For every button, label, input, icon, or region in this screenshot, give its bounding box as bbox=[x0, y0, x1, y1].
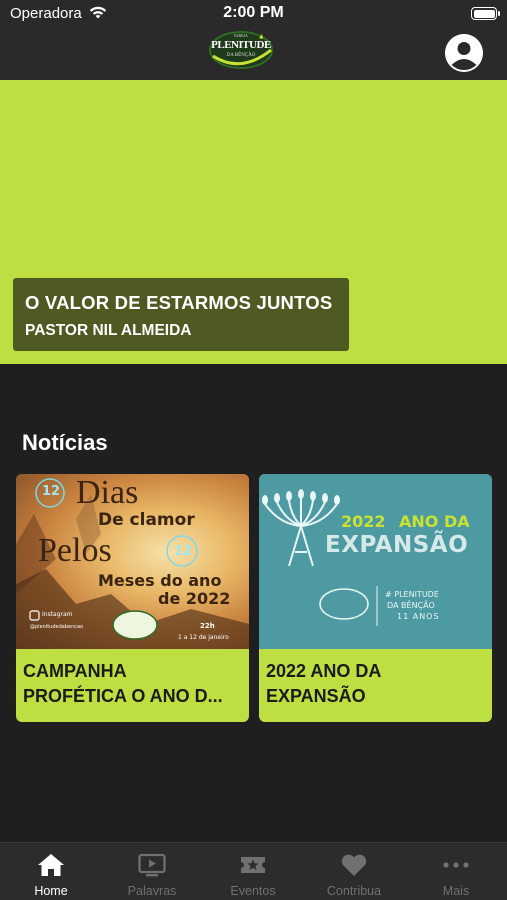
news-card-title-line: PROFÉTICA O ANO D... bbox=[23, 686, 223, 706]
promo-ano: de 2022 bbox=[158, 589, 231, 608]
tab-home[interactable]: Home bbox=[0, 843, 102, 900]
promo-dates: 1 a 12 de janeiro bbox=[178, 634, 229, 641]
news-card-title-line: EXPANSÃO bbox=[266, 686, 366, 706]
badge-12-mid: 12 bbox=[174, 544, 193, 559]
promo-tag-line1: # PLENITUDE bbox=[385, 590, 439, 599]
promo-expansion: EXPANSÃO bbox=[325, 532, 469, 558]
tab-label: Mais bbox=[442, 884, 470, 898]
church-logo[interactable]: IGREJA PLENITUDE DA BÊNÇÃO bbox=[207, 28, 275, 72]
tab-label: Palavras bbox=[127, 884, 177, 898]
news-card-image: 2022 ANO DA EXPANSÃO # PLENITUDE DA BÊNÇ… bbox=[259, 474, 492, 649]
banner-caption: O VALOR DE ESTARMOS JUNTOS PASTOR NIL AL… bbox=[13, 278, 349, 351]
news-card-title-line: CAMPANHA bbox=[23, 661, 127, 681]
news-section-title: Notícias bbox=[22, 430, 108, 455]
news-card[interactable]: 12 Dias De clamor Pelos 12 Meses do ano … bbox=[16, 474, 249, 722]
logo-top-text: IGREJA bbox=[234, 33, 248, 38]
promo-time: 22h bbox=[200, 622, 215, 630]
menorah-icon bbox=[262, 489, 378, 626]
tab-label: Contribua bbox=[326, 884, 382, 898]
tab-label: Home bbox=[34, 884, 68, 898]
promo-pelos: Pelos bbox=[38, 532, 112, 569]
featured-banner[interactable]: O VALOR DE ESTARMOS JUNTOS PASTOR NIL AL… bbox=[0, 80, 507, 364]
profile-button[interactable] bbox=[445, 34, 483, 72]
promo-heading: ANO DA bbox=[399, 512, 470, 531]
tab-palavras[interactable]: Palavras bbox=[101, 843, 203, 900]
news-card-title: 2022 ANO DA EXPANSÃO bbox=[266, 659, 486, 709]
tab-label: Eventos bbox=[230, 884, 276, 898]
heart-icon bbox=[341, 854, 367, 876]
promo-dias: Dias bbox=[76, 474, 139, 511]
more-dots-icon bbox=[443, 862, 469, 868]
news-card[interactable]: 2022 ANO DA EXPANSÃO # PLENITUDE DA BÊNÇ… bbox=[259, 474, 492, 722]
promo-tag-line3: 11 ANOS bbox=[397, 612, 440, 621]
banner-title: O VALOR DE ESTARMOS JUNTOS bbox=[25, 292, 333, 313]
app-header: IGREJA PLENITUDE DA BÊNÇÃO bbox=[0, 28, 507, 80]
ticket-star-icon bbox=[241, 857, 265, 873]
news-card-image: 12 Dias De clamor Pelos 12 Meses do ano … bbox=[16, 474, 249, 649]
promo-tag-line2: DA BÊNÇÃO bbox=[387, 601, 435, 610]
tab-eventos[interactable]: Eventos bbox=[202, 843, 304, 900]
news-card-title: CAMPANHA PROFÉTICA O ANO D... bbox=[23, 659, 243, 709]
news-card-title-line: 2022 ANO DA bbox=[266, 661, 382, 681]
tab-contribua[interactable]: Contribua bbox=[303, 843, 405, 900]
logo-main-text: PLENITUDE bbox=[211, 39, 271, 51]
battery-icon bbox=[471, 7, 500, 20]
banner-subtitle: PASTOR NIL ALMEIDA bbox=[25, 322, 192, 339]
tv-play-icon bbox=[138, 853, 166, 877]
badge-12-top: 12 bbox=[42, 484, 61, 499]
promo-de-clamor: De clamor bbox=[98, 510, 195, 530]
promo-meses: Meses do ano bbox=[98, 571, 222, 590]
status-bar: Operadora 2:00 PM bbox=[0, 0, 507, 28]
home-icon bbox=[38, 854, 64, 876]
tab-mais[interactable]: Mais bbox=[405, 843, 507, 900]
promo-instagram: Instagram bbox=[42, 611, 73, 618]
logo-sub-text: DA BÊNÇÃO bbox=[226, 53, 256, 58]
account-circle-icon bbox=[445, 34, 483, 72]
clock: 2:00 PM bbox=[223, 4, 284, 21]
promo-year: 2022 bbox=[341, 512, 386, 531]
bottom-tab-bar: Home Palavras Eventos Contribua Mais bbox=[0, 842, 507, 900]
promo-instagram-handle: @plenitudedabencao bbox=[30, 624, 84, 630]
